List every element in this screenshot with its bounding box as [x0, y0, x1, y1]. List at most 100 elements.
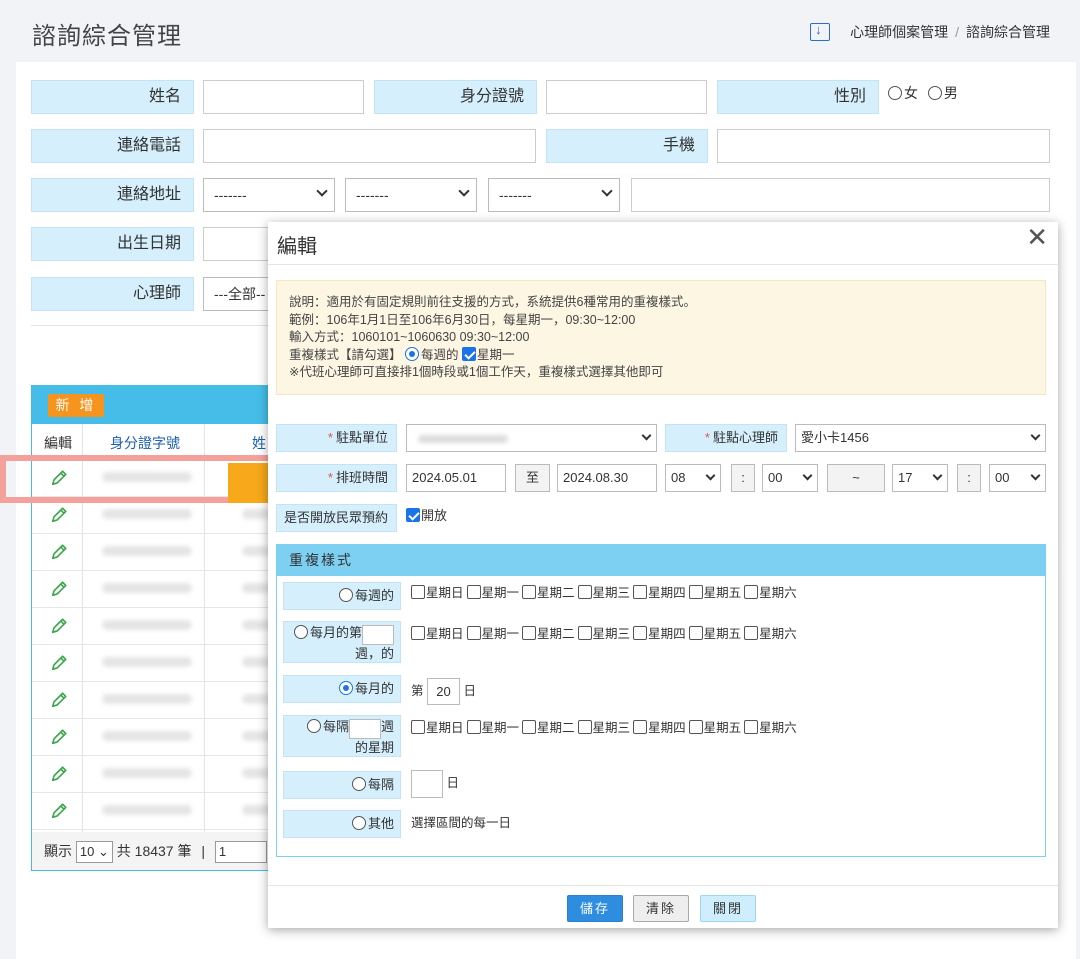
- weekday-label: 星期四: [648, 721, 686, 735]
- edit-pencil-icon[interactable]: [50, 765, 68, 783]
- edit-pencil-icon[interactable]: [50, 691, 68, 709]
- to-label: 至: [515, 464, 550, 492]
- chevron-down-icon: [1030, 470, 1041, 481]
- col-id[interactable]: 身分證字號: [110, 433, 180, 453]
- clear-button[interactable]: 清除: [633, 895, 689, 922]
- weekday-label: 星期二: [537, 627, 575, 641]
- weekday-checkbox[interactable]: [411, 585, 425, 599]
- opt-every-week[interactable]: 每隔週的星期: [283, 715, 401, 757]
- date-from-input[interactable]: 2024.05.01: [406, 464, 506, 492]
- opt-weekly[interactable]: 每週的: [283, 582, 401, 610]
- weekday-checkbox[interactable]: [744, 585, 759, 599]
- gender-female-radio[interactable]: [888, 86, 902, 100]
- save-button[interactable]: 儲存: [567, 895, 623, 922]
- address-district-select[interactable]: -------: [345, 178, 477, 212]
- weekday-checkbox[interactable]: [744, 626, 759, 640]
- date-to-input[interactable]: 2024.08.30: [557, 464, 657, 492]
- opt-every-day[interactable]: 每隔: [283, 771, 401, 799]
- opt-monthly-day[interactable]: 每月的: [283, 675, 401, 703]
- opt-monthly-week[interactable]: 每月的第 週，的: [283, 621, 401, 663]
- every-week-days: 星期日 星期一 星期二 星期三 星期四 星期五 星期六: [411, 717, 797, 736]
- weekday-label: 星期一: [481, 721, 520, 735]
- weekday-checkbox[interactable]: [577, 585, 592, 599]
- edit-pencil-icon[interactable]: [50, 802, 68, 820]
- weekday-checkbox[interactable]: [577, 720, 592, 734]
- schedule-label: * 排班時間: [276, 464, 397, 492]
- weekday-label: 星期五: [703, 586, 742, 600]
- every-week-radio: [306, 719, 321, 733]
- id-input[interactable]: [546, 80, 707, 114]
- col-edit: 編輯: [44, 435, 72, 451]
- phone-input[interactable]: [203, 129, 536, 163]
- minute-from-select[interactable]: 00: [762, 464, 818, 492]
- download-icon[interactable]: [810, 22, 831, 41]
- close-icon[interactable]: ✕: [1026, 222, 1048, 253]
- repeat-panel: 重複樣式 每週的 星期日 星期一 星期二 星期三 星期四 星期五 星期六 每月的第 週，的 星…: [276, 544, 1046, 857]
- weekday-checkbox[interactable]: [633, 626, 648, 640]
- site-label: * 駐點單位: [276, 424, 397, 452]
- birth-input[interactable]: [203, 227, 273, 261]
- weekday-checkbox[interactable]: [688, 720, 703, 734]
- weekday-checkbox[interactable]: [688, 626, 703, 640]
- edit-pencil-icon[interactable]: [50, 654, 68, 672]
- redacted-id: [102, 731, 192, 741]
- modal-title: 編輯: [277, 236, 317, 258]
- weekday-checkbox[interactable]: [411, 720, 425, 734]
- weekday-label: 星期日: [426, 586, 464, 600]
- opt-other[interactable]: 其他: [283, 810, 401, 838]
- name-input[interactable]: [203, 80, 364, 114]
- edit-pencil-icon[interactable]: [50, 728, 68, 746]
- site-select[interactable]: [406, 424, 657, 452]
- weekday-checkbox[interactable]: [411, 626, 425, 640]
- weekday-checkbox[interactable]: [688, 585, 703, 599]
- address-zip-select[interactable]: -------: [488, 178, 620, 212]
- gender-male-radio[interactable]: [927, 86, 942, 100]
- add-button[interactable]: 新 增: [48, 394, 104, 417]
- weekday-checkbox[interactable]: [744, 720, 759, 734]
- site-psych-select[interactable]: 愛小卡1456: [795, 424, 1046, 452]
- edit-pencil-icon[interactable]: [50, 543, 68, 561]
- day-interval-input[interactable]: [411, 769, 443, 798]
- weekday-checkbox[interactable]: [522, 720, 537, 734]
- edit-modal: 編輯 ✕ 說明：適用於有固定規則前往支援的方式，系統提供6種常用的重複樣式。 範…: [268, 222, 1058, 928]
- weekday-label: 星期一: [481, 586, 520, 600]
- address-city-select[interactable]: -------: [203, 178, 335, 212]
- weekday-checkbox[interactable]: [466, 626, 481, 640]
- weekday-checkbox[interactable]: [577, 626, 592, 640]
- chevron-down-icon: [641, 430, 652, 441]
- colon: :: [957, 464, 981, 492]
- redacted-id: [102, 509, 192, 519]
- psych-select[interactable]: ---全部--: [203, 277, 273, 311]
- mobile-input[interactable]: [717, 129, 1050, 163]
- hour-from-select[interactable]: 08: [665, 464, 721, 492]
- page-size-select[interactable]: 10 ⌄: [75, 841, 113, 864]
- redacted-id: [102, 657, 192, 667]
- other-radio: [351, 816, 366, 830]
- edit-pencil-icon[interactable]: [50, 506, 68, 524]
- weekday-label: 星期五: [703, 721, 742, 735]
- weekday-checkbox[interactable]: [466, 720, 481, 734]
- site-psych-label: * 駐點心理師: [665, 424, 787, 452]
- public-checkbox[interactable]: [406, 508, 420, 522]
- day-input[interactable]: 20: [427, 678, 460, 705]
- weekday-label: 星期三: [592, 721, 631, 735]
- weekday-checkbox[interactable]: [466, 585, 481, 599]
- hour-to-select[interactable]: 17: [892, 464, 948, 492]
- breadcrumb-item-case-management[interactable]: 心理師個案管理: [850, 22, 948, 42]
- weekly-days: 星期日 星期一 星期二 星期三 星期四 星期五 星期六: [411, 582, 797, 601]
- gender-female-label: 女: [904, 85, 918, 101]
- minute-to-select[interactable]: 00: [989, 464, 1046, 492]
- edit-pencil-icon[interactable]: [50, 580, 68, 598]
- monthly-week-radio: [293, 625, 308, 639]
- weekday-checkbox[interactable]: [633, 720, 648, 734]
- total-count: 共 18437 筆: [116, 843, 192, 859]
- address-input[interactable]: [631, 178, 1050, 212]
- page-header: 諮詢綜合管理 心理師個案管理 / 諮詢綜合管理: [0, 0, 1080, 62]
- weekday-checkbox[interactable]: [522, 626, 537, 640]
- page-select[interactable]: 1: [214, 841, 267, 864]
- close-button[interactable]: 關閉: [700, 895, 756, 922]
- checkbox-icon: [462, 346, 476, 361]
- weekday-checkbox[interactable]: [522, 585, 537, 599]
- weekday-checkbox[interactable]: [633, 585, 648, 599]
- edit-pencil-icon[interactable]: [50, 617, 68, 635]
